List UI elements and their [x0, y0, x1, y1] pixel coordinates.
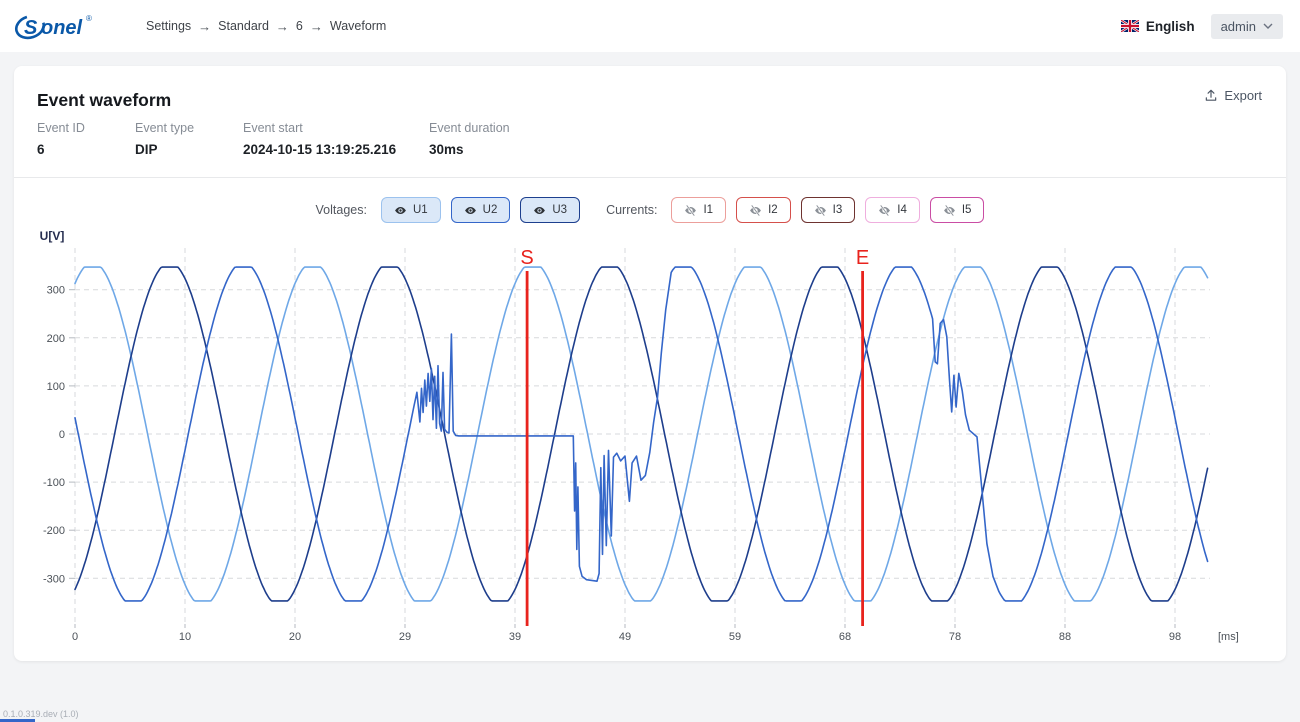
- current-toggle-group: I1 I2 I3 I4 I5: [671, 197, 984, 223]
- eye-off-icon: [749, 204, 762, 217]
- upload-icon: [1204, 88, 1218, 103]
- export-button[interactable]: Export: [1204, 88, 1262, 103]
- breadcrumb-item-6[interactable]: 6: [296, 19, 303, 33]
- event-info-item: Event duration 30ms: [429, 121, 510, 157]
- x-tick-label: 78: [949, 631, 961, 643]
- y-tick-label: 100: [47, 381, 65, 393]
- eye-icon: [394, 204, 407, 217]
- current-toggle-i5[interactable]: I5: [930, 197, 985, 223]
- voltage-toggle-group: U1 U2 U3: [381, 197, 580, 223]
- event-info-value: 6: [37, 142, 135, 157]
- x-tick-label: 29: [399, 631, 411, 643]
- eye-icon: [464, 204, 477, 217]
- toggle-label: U1: [413, 204, 428, 216]
- eye-off-icon: [814, 204, 827, 217]
- event-info-label: Event start: [243, 121, 429, 135]
- event-info-item: Event type DIP: [135, 121, 243, 157]
- y-tick-label: -300: [43, 573, 65, 585]
- current-toggle-i2[interactable]: I2: [736, 197, 791, 223]
- breadcrumb-item-settings[interactable]: Settings: [146, 19, 191, 33]
- event-info-value: 30ms: [429, 142, 510, 157]
- y-tick-label: -100: [43, 477, 65, 489]
- event-info-value: DIP: [135, 142, 243, 157]
- sonel-logo[interactable]: S onel ®: [14, 10, 106, 42]
- toggle-label: I3: [833, 204, 843, 216]
- waveform-chart: 0 10 20 29 39 49 59 68 78 88 98 300 200 100 0 -100 -200 -…: [14, 224, 1286, 644]
- toggle-label: I4: [897, 204, 907, 216]
- page-title: Event waveform: [37, 90, 171, 111]
- language-selector[interactable]: English: [1121, 19, 1195, 34]
- voltage-toggle-u2[interactable]: U2: [451, 197, 511, 223]
- x-axis-unit-label: [ms]: [1218, 631, 1239, 643]
- logo-text-s: S: [24, 17, 38, 39]
- event-info-label: Event duration: [429, 121, 510, 135]
- breadcrumb-item-waveform[interactable]: Waveform: [330, 19, 387, 33]
- voltage-toggle-u1[interactable]: U1: [381, 197, 441, 223]
- current-toggle-i1[interactable]: I1: [671, 197, 726, 223]
- logo-registered-mark: ®: [86, 14, 92, 23]
- y-tick-label: 300: [47, 285, 65, 297]
- event-marker-label-e: E: [856, 247, 869, 269]
- x-tick-label: 59: [729, 631, 741, 643]
- x-tick-label: 88: [1059, 631, 1071, 643]
- y-tick-label: 0: [59, 429, 65, 441]
- toggle-label: I1: [703, 204, 713, 216]
- event-info-row: Event ID 6Event type DIPEvent start 2024-10…: [14, 111, 1286, 157]
- language-label: English: [1146, 19, 1195, 34]
- user-name: admin: [1221, 19, 1256, 34]
- channel-controls: Voltages: U1 U2 U3 Currents: I1 I2 I3 I4 I5: [14, 178, 1286, 224]
- breadcrumb-separator: →: [310, 19, 323, 34]
- event-marker-label-s: S: [520, 247, 533, 269]
- top-navigation-bar: S onel ® Settings → Standard → 6 → Waveform En…: [0, 0, 1300, 52]
- uk-flag-icon: [1121, 20, 1139, 32]
- chevron-down-icon: [1263, 23, 1273, 29]
- x-tick-label: 20: [289, 631, 301, 643]
- event-info-item: Event start 2024-10-15 13:19:25.216: [243, 121, 429, 157]
- x-tick-label: 39: [509, 631, 521, 643]
- waveform-series-u2: [75, 267, 1208, 601]
- x-tick-label: 68: [839, 631, 851, 643]
- x-tick-label: 10: [179, 631, 191, 643]
- export-label: Export: [1224, 88, 1262, 103]
- breadcrumb-separator: →: [198, 19, 211, 34]
- toggle-label: I5: [962, 204, 972, 216]
- toggle-label: I2: [768, 204, 778, 216]
- current-toggle-i4[interactable]: I4: [865, 197, 920, 223]
- event-waveform-card: Event waveform Export Event ID 6Event typ…: [14, 66, 1286, 661]
- event-info-label: Event type: [135, 121, 243, 135]
- waveform-chart-svg[interactable]: 0 10 20 29 39 49 59 68 78 88 98 300 200 100 0 -100 -200 -…: [14, 226, 1286, 644]
- waveform-series-u1: [75, 267, 1208, 601]
- event-info-item: Event ID 6: [37, 121, 135, 157]
- eye-off-icon: [943, 204, 956, 217]
- event-info-value: 2024-10-15 13:19:25.216: [243, 142, 429, 157]
- y-tick-label: -200: [43, 525, 65, 537]
- y-tick-label: 200: [47, 333, 65, 345]
- app-version: 0.1.0.319.dev (1.0): [3, 709, 79, 719]
- current-toggle-i3[interactable]: I3: [801, 197, 856, 223]
- x-tick-label: 49: [619, 631, 631, 643]
- toggle-label: U2: [483, 204, 498, 216]
- eye-icon: [533, 204, 546, 217]
- event-info-label: Event ID: [37, 121, 135, 135]
- voltages-label: Voltages:: [316, 203, 367, 217]
- y-axis-label: U[V]: [40, 229, 65, 243]
- breadcrumb: Settings → Standard → 6 → Waveform: [146, 19, 386, 34]
- sonel-logo-icon: S onel ®: [14, 10, 106, 42]
- x-tick-label: 0: [72, 631, 78, 643]
- eye-off-icon: [684, 204, 697, 217]
- user-menu-button[interactable]: admin: [1211, 14, 1283, 39]
- x-tick-label: 98: [1169, 631, 1181, 643]
- eye-off-icon: [878, 204, 891, 217]
- toggle-label: U3: [552, 204, 567, 216]
- voltage-toggle-u3[interactable]: U3: [520, 197, 580, 223]
- currents-label: Currents:: [606, 203, 657, 217]
- logo-text: onel: [41, 17, 83, 39]
- breadcrumb-item-standard[interactable]: Standard: [218, 19, 269, 33]
- breadcrumb-separator: →: [276, 19, 289, 34]
- waveform-series-u3: [75, 267, 1208, 601]
